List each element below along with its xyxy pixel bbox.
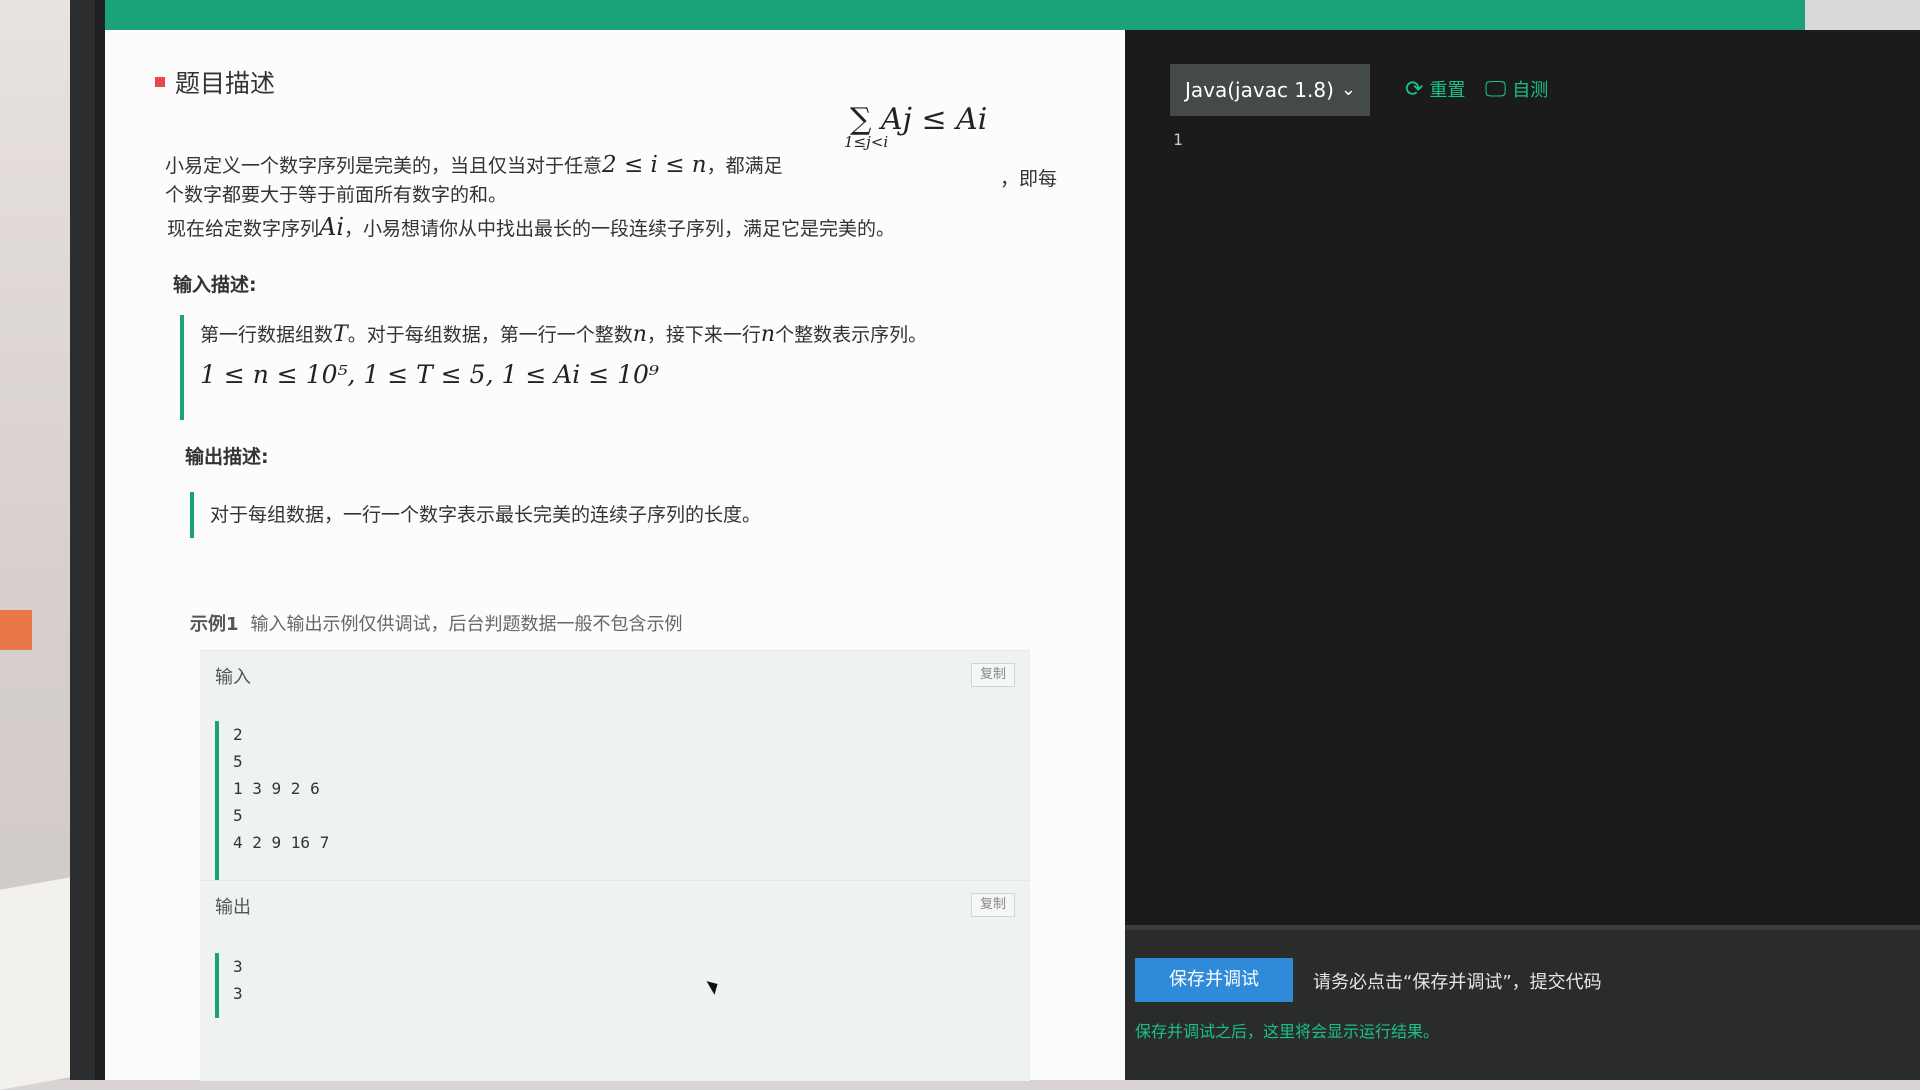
sample-output-box: 输出 复制 3 3 (200, 880, 1030, 1081)
language-select-value: Java(javac 1.8) (1185, 78, 1334, 102)
progress-bar-track (1805, 0, 1920, 30)
output-description-text: 对于每组数据，一行一个数字表示最长完美的连续子序列的长度。 (210, 504, 762, 526)
copy-input-button[interactable]: 复制 (971, 663, 1015, 687)
self-test-button[interactable]: 🖵 自测 (1485, 76, 1548, 102)
refresh-icon: ⟳ (1405, 76, 1424, 102)
footer-note: 请务必点击“保存并调试”，提交代码 (1313, 972, 1602, 993)
input-description-text: 第一行数据组数T。对于每组数据，第一行一个整数n，接下来一行n个整数表示序列。 (200, 322, 928, 347)
sample-output-label: 输出 (215, 897, 251, 918)
copy-output-button[interactable]: 复制 (971, 893, 1015, 917)
code-input-area[interactable] (1205, 130, 1905, 930)
section-title: 题目描述 (155, 64, 275, 100)
save-and-debug-button[interactable]: 保存并调试 (1135, 958, 1293, 1002)
description-line-1: 小易定义一个数字序列是完美的，当且仅当对于任意2 ≤ i ≤ n，都满足 (165, 152, 783, 178)
input-constraints: 1 ≤ n ≤ 10⁵, 1 ≤ T ≤ 5, 1 ≤ Ai ≤ 10⁹ (200, 360, 659, 389)
output-heading: 输出描述: (185, 446, 269, 468)
example-label: 示例1 (190, 614, 239, 635)
problem-panel: 题目描述 ∑ Aj ≤ Ai 1≤j<i 小易定义一个数字序列是完美的，当且仅当… (105, 30, 1125, 1081)
sum-formula-text: ∑ Aj ≤ Ai (850, 102, 988, 137)
chevron-down-icon: ⌄ (1340, 79, 1356, 100)
input-heading: 输入描述: (173, 274, 257, 296)
example-note: 输入输出示例仅供调试，后台判题数据一般不包含示例 (250, 614, 683, 635)
sample-input-label: 输入 (215, 667, 251, 688)
example-header: 示例1 输入输出示例仅供调试，后台判题数据一般不包含示例 (190, 610, 683, 636)
sample-input-box: 输入 复制 2 5 1 3 9 2 6 5 4 2 9 16 7 (200, 650, 1030, 881)
sample-output-content: 3 3 (215, 953, 243, 1018)
self-test-button-label: 自测 (1512, 80, 1549, 101)
condition-math: 2 ≤ i ≤ n (602, 152, 707, 178)
description-line-3: 现在给定数字序列Ai，小易想请你从中找出最长的一段连续子序列，满足它是完美的。 (167, 213, 896, 241)
sample-input-content: 2 5 1 3 9 2 6 5 4 2 9 16 7 (215, 721, 329, 881)
reset-button-label: 重置 (1429, 80, 1466, 101)
progress-bar (105, 0, 1920, 30)
output-description: 对于每组数据，一行一个数字表示最长完美的连续子序列的长度。 (190, 492, 761, 538)
reset-button[interactable]: ⟳ 重置 (1405, 76, 1465, 102)
editor-footer (1125, 930, 1920, 1080)
code-editor-panel: Java(javac 1.8) ⌄ ⟳ 重置 🖵 自测 1 保存并调试 请务必点… (1125, 30, 1920, 1080)
title-marker-icon (155, 77, 165, 87)
description-line-2: 个数字都要大于等于前面所有数字的和。 (165, 184, 508, 206)
section-title-text: 题目描述 (175, 69, 276, 98)
line-number: 1 (1173, 130, 1183, 149)
input-description: 第一行数据组数T。对于每组数据，第一行一个整数n，接下来一行n个整数表示序列。 … (180, 315, 927, 420)
sum-formula: ∑ Aj ≤ Ai 1≤j<i (844, 102, 988, 151)
desk-object (0, 610, 32, 650)
monitor-icon: 🖵 (1485, 76, 1507, 102)
description-line-1-end: ，即每 (1000, 168, 1058, 190)
language-select[interactable]: Java(javac 1.8) ⌄ (1170, 64, 1370, 116)
sequence-var: Ai (319, 213, 345, 241)
screen: 题目描述 ∑ Aj ≤ Ai 1≤j<i 小易定义一个数字序列是完美的，当且仅当… (105, 0, 1920, 1081)
result-note: 保存并调试之后，这里将会显示运行结果。 (1135, 1022, 1440, 1041)
